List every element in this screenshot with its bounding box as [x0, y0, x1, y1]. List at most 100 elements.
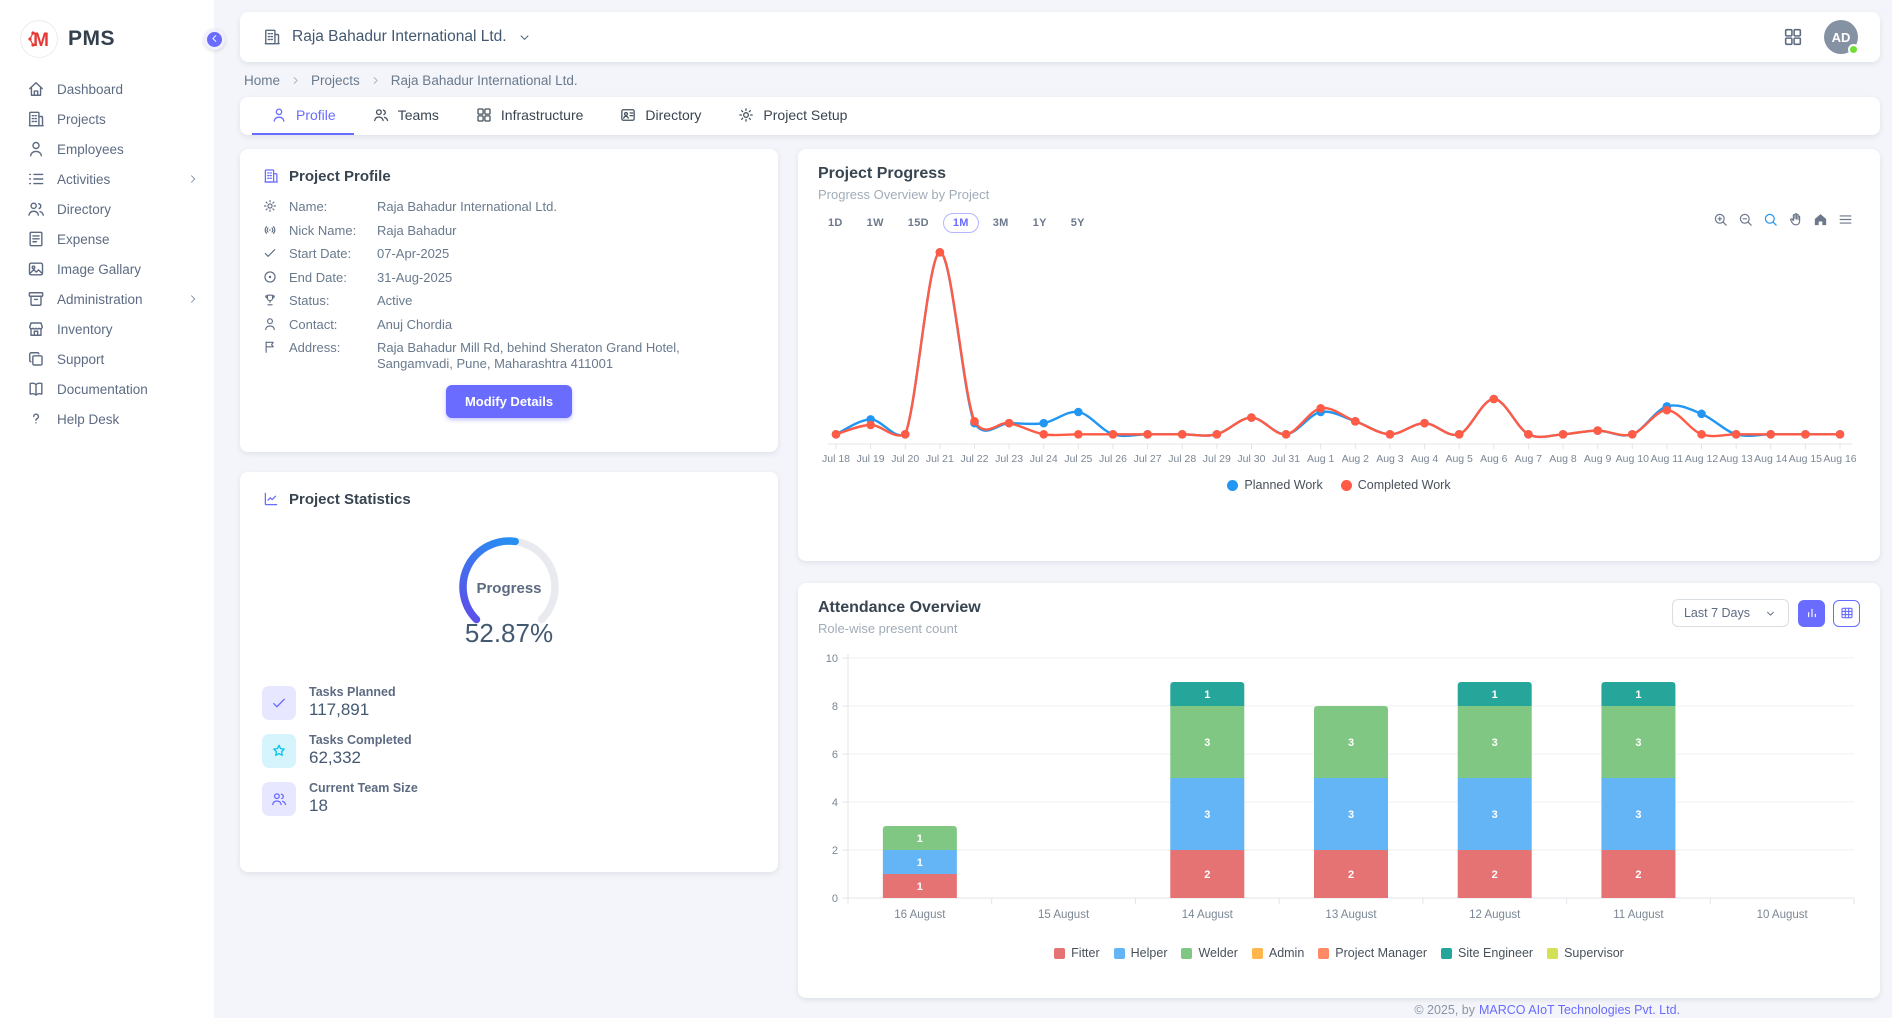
attendance-bar-chart[interactable]: 024681011116 August15 August233114 Augus…	[818, 646, 1858, 946]
sidebar-menu: DashboardProjectsEmployeesActivities Dire…	[0, 74, 214, 434]
zoom-in-icon[interactable]	[1712, 211, 1729, 228]
svg-text:3: 3	[1348, 809, 1354, 821]
svg-text:3: 3	[1348, 737, 1354, 749]
progress-line-chart[interactable]: Jul 18Jul 19Jul 20Jul 21Jul 22Jul 23Jul …	[818, 233, 1858, 476]
legend-item-site-engineer[interactable]: Site Engineer	[1441, 946, 1533, 960]
field-value: Raja Bahadur	[377, 223, 756, 239]
book-icon	[26, 379, 46, 399]
sidebar-item-directory[interactable]: Directory	[0, 194, 214, 224]
legend-item-completed-work[interactable]: Completed Work	[1341, 478, 1451, 492]
sidebar-item-activities[interactable]: Activities	[0, 164, 214, 194]
legend-item-planned-work[interactable]: Planned Work	[1227, 478, 1322, 492]
id-card-icon	[619, 106, 637, 124]
sidebar-item-label: Directory	[57, 202, 200, 217]
legend-item-welder[interactable]: Welder	[1181, 946, 1237, 960]
legend-item-supervisor[interactable]: Supervisor	[1547, 946, 1624, 960]
legend-marker	[1252, 948, 1263, 959]
pan-icon[interactable]	[1787, 211, 1804, 228]
sidebar-item-administration[interactable]: Administration	[0, 284, 214, 314]
svg-text:8: 8	[832, 701, 838, 713]
legend-item-project-manager[interactable]: Project Manager	[1318, 946, 1427, 960]
attendance-range-select[interactable]: Last 7 Days	[1672, 599, 1789, 627]
sidebar-item-label: Help Desk	[57, 412, 200, 427]
content: Project Profile Name:Raja Bahadur Intern…	[240, 149, 1880, 998]
sidebar-item-help-desk[interactable]: Help Desk	[0, 404, 214, 434]
sidebar-item-dashboard[interactable]: Dashboard	[0, 74, 214, 104]
legend-marker	[1181, 948, 1192, 959]
stat-value: 117,891	[309, 700, 396, 720]
field-value: Anuj Chordia	[377, 317, 756, 333]
brand[interactable]: M PMS	[0, 14, 214, 74]
modify-details-button[interactable]: Modify Details	[446, 385, 572, 418]
svg-text:Aug 14: Aug 14	[1754, 453, 1787, 465]
user-icon	[262, 316, 278, 332]
breadcrumb-item-home[interactable]: Home	[244, 73, 280, 88]
table-view-toggle-button[interactable]	[1833, 600, 1860, 627]
sidebar-collapse-button[interactable]	[204, 29, 225, 50]
range-button-1y[interactable]: 1Y	[1023, 213, 1057, 233]
svg-text:4: 4	[832, 797, 838, 809]
svg-text:Aug 6: Aug 6	[1480, 453, 1508, 465]
menu-icon[interactable]	[1837, 211, 1854, 228]
trophy-icon	[262, 292, 278, 308]
profile-field-name: Name:Raja Bahadur International Ltd.	[262, 199, 756, 215]
stat-tasks-planned: Tasks Planned117,891	[262, 685, 756, 720]
tab-teams[interactable]: Teams	[354, 97, 457, 135]
field-value: 31-Aug-2025	[377, 270, 756, 286]
building-icon	[262, 27, 282, 47]
zoom-out-icon[interactable]	[1737, 211, 1754, 228]
field-label: Status:	[289, 293, 377, 309]
range-button-1m[interactable]: 1M	[943, 213, 979, 233]
top-header: Raja Bahadur International Ltd. AD	[240, 12, 1880, 62]
svg-text:Aug 1: Aug 1	[1307, 453, 1335, 465]
profile-card-title: Project Profile	[289, 168, 391, 185]
tab-infrastructure[interactable]: Infrastructure	[457, 97, 601, 135]
range-button-15d[interactable]: 15D	[898, 213, 939, 233]
sidebar-item-employees[interactable]: Employees	[0, 134, 214, 164]
field-label: Nick Name:	[289, 223, 377, 239]
range-button-1w[interactable]: 1W	[857, 213, 894, 233]
sidebar-item-documentation[interactable]: Documentation	[0, 374, 214, 404]
sidebar-item-support[interactable]: Support	[0, 344, 214, 374]
breadcrumb-item-projects[interactable]: Projects	[311, 73, 360, 88]
legend-item-helper[interactable]: Helper	[1114, 946, 1168, 960]
tab-label: Project Setup	[763, 107, 847, 123]
svg-text:11 August: 11 August	[1613, 909, 1664, 921]
chevron-down-icon	[517, 30, 532, 45]
tab-directory[interactable]: Directory	[601, 97, 719, 135]
sidebar-item-label: Documentation	[57, 382, 200, 397]
sidebar-item-inventory[interactable]: Inventory	[0, 314, 214, 344]
user-menu[interactable]: AD	[1824, 20, 1858, 54]
svg-text:Aug 3: Aug 3	[1376, 453, 1404, 465]
users-icon	[26, 199, 46, 219]
svg-text:Aug 11: Aug 11	[1651, 453, 1684, 465]
svg-text:16 August: 16 August	[894, 909, 946, 921]
sidebar-item-expense[interactable]: Expense	[0, 224, 214, 254]
field-label: Contact:	[289, 317, 377, 333]
sidebar-item-image-gallary[interactable]: Image Gallary	[0, 254, 214, 284]
svg-text:2: 2	[1492, 869, 1498, 881]
flag-icon	[262, 339, 278, 355]
profile-field-contact: Contact:Anuj Chordia	[262, 317, 756, 333]
tab-profile[interactable]: Profile	[252, 97, 354, 135]
range-button-1d[interactable]: 1D	[818, 213, 853, 233]
company-selector[interactable]: Raja Bahadur International Ltd.	[262, 27, 532, 47]
legend-item-fitter[interactable]: Fitter	[1054, 946, 1099, 960]
selection-zoom-icon[interactable]	[1762, 211, 1779, 228]
svg-text:Progress: Progress	[476, 580, 541, 597]
shortcuts-grid-icon[interactable]	[1782, 26, 1804, 48]
legend-label: Helper	[1131, 946, 1168, 960]
sidebar-item-projects[interactable]: Projects	[0, 104, 214, 134]
reset-zoom-icon[interactable]	[1812, 211, 1829, 228]
range-button-3m[interactable]: 3M	[983, 213, 1019, 233]
chart-view-toggle-button[interactable]	[1798, 600, 1825, 627]
company-link[interactable]: MARCO AIoT Technologies Pvt. Ltd.	[1479, 1003, 1680, 1017]
tab-project-setup[interactable]: Project Setup	[719, 97, 865, 135]
range-button-5y[interactable]: 5Y	[1061, 213, 1095, 233]
legend-marker	[1547, 948, 1558, 959]
stat-tasks-completed: Tasks Completed62,332	[262, 733, 756, 768]
legend-item-admin[interactable]: Admin	[1252, 946, 1304, 960]
svg-text:Jul 22: Jul 22	[960, 453, 988, 465]
svg-text:1: 1	[1204, 689, 1210, 701]
svg-text:1: 1	[1635, 689, 1641, 701]
